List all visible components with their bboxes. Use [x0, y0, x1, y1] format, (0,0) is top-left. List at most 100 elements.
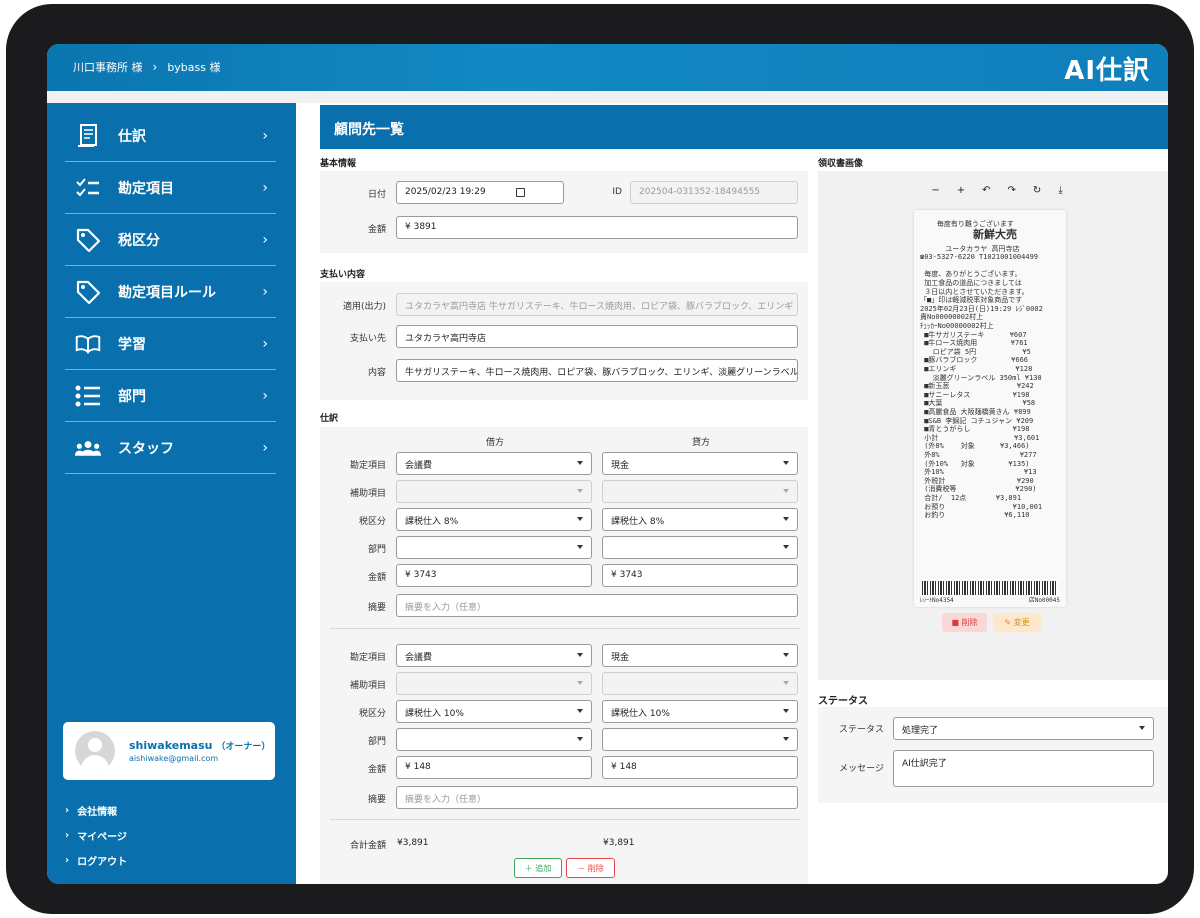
credit-account-select[interactable]: 現金: [602, 452, 798, 475]
receipt-line: ■大葉 ¥58: [920, 399, 1036, 408]
date-input[interactable]: 2025/02/23 19:29: [396, 181, 564, 204]
debit-dept-select[interactable]: [396, 728, 592, 751]
message-label: メッセージ: [839, 764, 884, 774]
status-select[interactable]: 処理完了: [893, 717, 1154, 740]
profile-role: （オーナー）: [216, 742, 271, 752]
sidebar-item-label: 仕訳: [118, 129, 146, 145]
link-my-page[interactable]: › マイページ: [65, 823, 127, 848]
debit-sub-select: [396, 480, 592, 503]
payee-input[interactable]: ユタカラヤ高円寺店: [396, 325, 798, 348]
debit-tax-select[interactable]: 課税仕入 8%: [396, 508, 592, 531]
breadcrumb-office[interactable]: 川口事務所 様: [73, 59, 143, 75]
receipt-line: ■新玉葱 ¥242: [920, 382, 1034, 391]
total-debit: ¥3,891: [397, 838, 429, 848]
message-textarea[interactable]: AI仕訳完了: [893, 750, 1154, 787]
receipt-line: 新鮮大売: [920, 227, 1017, 241]
sidebar-item-learning[interactable]: 学習 ›: [65, 319, 276, 370]
profile-name: shiwakemasu: [129, 739, 213, 752]
user-profile-card[interactable]: shiwakemasu （オーナー） aishiwake@gmail.com: [63, 722, 275, 780]
debit-amount-input[interactable]: ¥ 3743: [396, 564, 592, 587]
select-value: 課税仕入 8%: [611, 517, 665, 527]
edit-image-button[interactable]: ✎ 変更: [993, 613, 1041, 632]
journal-icon: [75, 123, 101, 149]
add-entry-button[interactable]: ＋ 追加: [514, 858, 562, 878]
receipt-line: 毎度、ありがとうございます。: [920, 270, 1022, 279]
receipt-line: ■牛サガリステーキ ¥607: [920, 330, 1027, 339]
link-logout[interactable]: › ログアウト: [65, 848, 127, 873]
sidebar-item-staff[interactable]: スタッフ ›: [65, 423, 276, 474]
avatar: [75, 731, 115, 771]
checklist-icon: [75, 175, 101, 201]
link-company-info[interactable]: › 会社情報: [65, 798, 127, 823]
chevron-down-icon: [577, 737, 583, 741]
date-value: 2025/02/23 19:29: [405, 187, 486, 197]
sidebar-item-department[interactable]: 部門 ›: [65, 371, 276, 422]
credit-dept-select[interactable]: [602, 728, 798, 751]
dept-label: 部門: [367, 545, 386, 555]
link-label: マイページ: [77, 832, 127, 843]
select-value: 会議費: [405, 461, 433, 471]
chevron-right-icon: ›: [262, 128, 268, 144]
memo-input[interactable]: 摘要を入力（任意）: [396, 786, 798, 809]
debit-dept-select[interactable]: [396, 536, 592, 559]
receipt-line: 「■」印は軽減税率対象商品です: [920, 296, 1023, 305]
receipt-line: お釣り ¥6,110: [920, 511, 1030, 520]
credit-account-select[interactable]: 現金: [602, 644, 798, 667]
date-label: 日付: [367, 190, 386, 200]
breadcrumb-client[interactable]: bybass 様: [167, 59, 220, 75]
dept-label: 部門: [367, 737, 386, 747]
sidebar-item-label: 勘定項目ルール: [118, 285, 216, 301]
credit-amount-input[interactable]: ¥ 148: [602, 756, 798, 779]
pencil-icon: ✎: [1004, 618, 1012, 627]
chevron-right-icon: ›: [262, 336, 268, 352]
credit-amount-input[interactable]: ¥ 3743: [602, 564, 798, 587]
sidebar-item-journal[interactable]: 仕訳 ›: [65, 111, 276, 162]
credit-dept-select[interactable]: [602, 536, 798, 559]
sidebar-item-accounts[interactable]: 勘定項目 ›: [65, 163, 276, 214]
sidebar-item-tax[interactable]: 税区分 ›: [65, 215, 276, 266]
calendar-icon[interactable]: [516, 188, 525, 197]
sub-account-label: 補助項目: [349, 489, 386, 499]
credit-tax-select[interactable]: 課税仕入 10%: [602, 700, 798, 723]
receipt-line: ■青とうがらし ¥198: [920, 425, 1030, 434]
debit-account-select[interactable]: 会議費: [396, 644, 592, 667]
download-icon[interactable]: ⤓: [1058, 185, 1062, 196]
entry-divider: [330, 819, 800, 820]
debit-amount-input[interactable]: ¥ 148: [396, 756, 592, 779]
section-basic-title: 基本情報: [320, 159, 357, 169]
sidebar-item-account-rules[interactable]: 勘定項目ルール ›: [65, 267, 276, 318]
section-journal-title: 仕訳: [320, 414, 339, 424]
breadcrumb-separator-icon: ›: [152, 60, 158, 74]
debit-tax-select[interactable]: 課税仕入 10%: [396, 700, 592, 723]
rotate-right-icon[interactable]: ↷: [1007, 185, 1015, 196]
reset-icon[interactable]: ↻: [1033, 185, 1041, 196]
rotate-left-icon[interactable]: ↶: [982, 185, 990, 196]
debit-account-select[interactable]: 会議費: [396, 452, 592, 475]
receipt-line: 外8% ¥277: [920, 451, 1037, 459]
receipt-line: 加工食品の道品につきましては: [920, 279, 1022, 287]
id-field: 202504-031352-18494555: [630, 181, 798, 204]
zoom-in-icon[interactable]: +: [957, 185, 965, 196]
account-label: 勘定項目: [349, 461, 386, 471]
zoom-out-icon[interactable]: −: [931, 185, 939, 196]
credit-tax-select[interactable]: 課税仕入 8%: [602, 508, 798, 531]
content-input[interactable]: 牛サガリステーキ、牛ロース焼肉用、ロピア袋、豚バラブロック、エリンギ、淡麗グリー…: [396, 359, 798, 382]
amount-input[interactable]: ¥ 3891: [396, 216, 798, 239]
memo-input[interactable]: 摘要を入力（任意）: [396, 594, 798, 617]
select-value: 課税仕入 10%: [405, 709, 464, 719]
receipt-footer-right: 店No00045: [1028, 597, 1060, 604]
delete-image-button[interactable]: ■ 削除: [942, 613, 987, 632]
app-screen: 川口事務所 様 › bybass 様 AI仕訳 仕訳 › 勘定項目 › 税区分 …: [47, 44, 1168, 884]
receipt-line: ユータカラヤ 高円寺店: [920, 244, 1020, 253]
delete-entry-button[interactable]: － 削除: [566, 858, 615, 878]
chevron-right-icon: ›: [262, 232, 268, 248]
line-amount-label: 金額: [367, 765, 386, 775]
select-value: 現金: [611, 653, 630, 663]
sidebar-item-label: 部門: [118, 389, 146, 405]
profile-email: aishiwake@gmail.com: [129, 754, 219, 763]
receipt-line: (外8% 対象 ¥3,466): [920, 442, 1030, 451]
chevron-down-icon: [783, 653, 789, 657]
amount-label: 金額: [367, 225, 386, 235]
receipt-line: (外10% 対象 ¥135): [920, 459, 1030, 468]
chevron-down-icon: [783, 681, 789, 685]
